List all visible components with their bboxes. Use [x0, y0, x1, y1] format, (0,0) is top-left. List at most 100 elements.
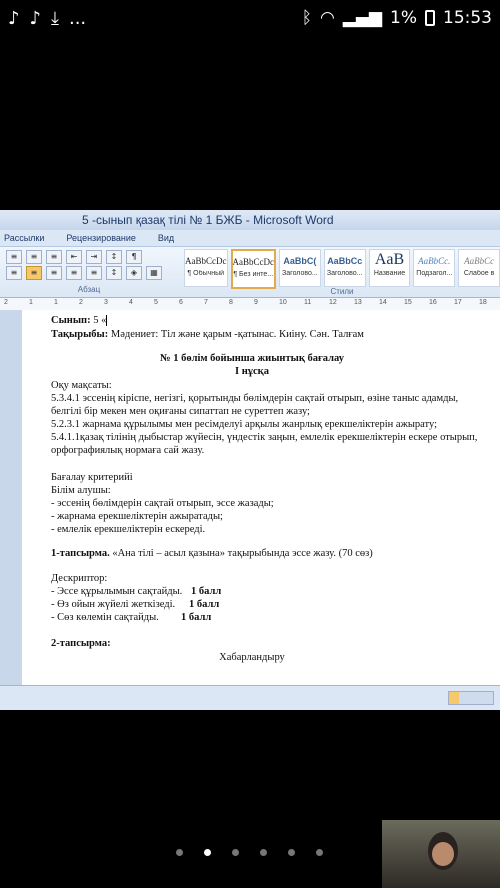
increase-indent-icon[interactable]: ⇥ [86, 250, 102, 264]
descriptor-item: - Өз ойын жүйелі жеткізеді. 1 балл [51, 599, 219, 610]
style-name: Слабое в [463, 270, 495, 277]
descriptor-title: Дескриптор: [51, 573, 108, 584]
ruler-tick-label: 11 [304, 299, 312, 306]
goals-title: Оқу мақсаты: [51, 380, 112, 391]
style-sample: AaBbCcDc [232, 257, 275, 267]
download-icon: ⤓ [51, 8, 59, 29]
ruler-tick-label: 13 [354, 299, 362, 306]
style-name: Заголово... [326, 270, 363, 277]
ruler-tick-label: 10 [279, 299, 287, 306]
paragraph-group: ≡ ≡ ≡ ⇤ ⇥ ↕ ¶ ≡ ≡ ≡ ≡ ≡ ↕ ◈ ▦ Абзац [0, 249, 178, 295]
ruler-tick-label: 2 [79, 299, 83, 306]
ruler-tick-label: 18 [479, 299, 487, 306]
class-value: 5 « [90, 315, 107, 326]
style-sample: AaBbCcDc [185, 256, 227, 266]
task1-label: 1-тапсырма. [51, 548, 110, 559]
tiktok-icon: ♪ [29, 8, 42, 29]
carousel-dot[interactable] [260, 849, 267, 856]
style-name: Название [373, 270, 406, 277]
ruler-tick-label: 5 [154, 299, 158, 306]
descriptor-text: - Эссе құрылымын сақтайды. [51, 586, 183, 597]
document-page[interactable]: Сынып: 5 « Тақырыбы: Мәдениет: Тіл және … [22, 310, 500, 686]
criteria-title: Бағалау критерийі [51, 472, 133, 483]
ruler-tick-label: 4 [129, 299, 133, 306]
webcam-thumbnail[interactable] [382, 820, 500, 888]
align-left-active-icon[interactable]: ≡ [26, 266, 42, 280]
carousel-indicator [176, 849, 323, 856]
word-window: 5 -сынып қазақ тілі № 1 БЖБ - Microsoft … [0, 210, 500, 710]
sort-icon[interactable]: ↕ [106, 250, 122, 264]
goal-line: 5.3.4.1 эссенің кіріспе, негізгі, қорыты… [51, 393, 459, 404]
styles-group-label: Стили [330, 287, 354, 296]
borders-icon[interactable]: ▦ [146, 266, 162, 280]
style-heading1[interactable]: AaBbC(Заголово... [279, 249, 321, 287]
tab-mailings[interactable]: Рассылки [4, 230, 44, 246]
style-subtitle[interactable]: AaBbCc. Подзагол... [413, 249, 456, 287]
ruler-tick-label: 12 [329, 299, 337, 306]
goal-line: белгілі бір мекен мен оқиғаны сипаттап н… [51, 406, 310, 417]
style-heading2[interactable]: AaBbCc Заголово... [323, 249, 366, 287]
ruler-tick-label: 3 [104, 299, 108, 306]
justify-icon[interactable]: ≡ [86, 266, 102, 280]
tiktok-icon: ♪ [8, 8, 20, 29]
style-no-spacing[interactable]: AaBbCcDc ¶ Без инте... [230, 249, 276, 289]
style-name: Подзагол... [416, 270, 453, 277]
class-line: Сынып: 5 « [51, 315, 108, 327]
learner-label: Білім алушы: [51, 485, 111, 496]
ribbon: ≡ ≡ ≡ ⇤ ⇥ ↕ ¶ ≡ ≡ ≡ ≡ ≡ ↕ ◈ ▦ Абзац AaBb… [0, 247, 500, 298]
style-title[interactable]: AaB Название [368, 249, 411, 287]
decrease-indent-icon[interactable]: ⇤ [66, 250, 82, 264]
person-face [432, 842, 454, 866]
line-spacing-icon[interactable]: ↕ [106, 266, 122, 280]
ruler-tick-label: 15 [404, 299, 412, 306]
descriptor-text: - Өз ойын жүйелі жеткізеді. [51, 599, 176, 610]
styles-gallery: AaBbCcDc ¶ Обычный AaBbCcDc ¶ Без инте... … [184, 249, 500, 289]
carousel-dot[interactable] [232, 849, 239, 856]
align-right-icon[interactable]: ≡ [66, 266, 82, 280]
ruler-tick-label: 2 [4, 299, 8, 306]
numbering-icon[interactable]: ≡ [26, 250, 42, 264]
topic-label: Тақырыбы: [51, 329, 109, 340]
pilcrow-icon[interactable]: ¶ [126, 250, 142, 264]
ribbon-tabs: Рассылки Рецензирование Вид [0, 230, 500, 247]
style-name: ¶ Обычный [187, 270, 225, 277]
battery-percent: 1% [390, 8, 417, 28]
ruler-tick-label: 14 [379, 299, 387, 306]
style-name: ¶ Без инте... [233, 271, 274, 278]
ruler-tick-label: 6 [179, 299, 183, 306]
task2-label: 2-тапсырма: [51, 638, 111, 649]
paragraph-group-label: Абзац [77, 285, 101, 294]
goal-line: орфографиялық нормаға сай жазу. [51, 445, 205, 456]
style-subtle-emphasis[interactable]: AaBbCc Слабое в [458, 249, 500, 287]
goal-line: 5.4.1.1қазақ тілінің дыбыстар жүйесін, ү… [51, 432, 478, 443]
word-status-bar [0, 685, 500, 710]
align-center-icon[interactable]: ≡ [46, 266, 62, 280]
battery-icon [425, 10, 435, 26]
task1-text: «Ана тілі – асыл қазына» тақырыбында эсс… [109, 548, 373, 559]
ruler-tick-label: 1 [29, 299, 33, 306]
ruler-tick-label: 17 [454, 299, 462, 306]
multilevel-icon[interactable]: ≡ [46, 250, 62, 264]
carousel-dot[interactable] [176, 849, 183, 856]
criteria-item: - жарнама ерекшеліктерін ажыратады; [51, 511, 223, 522]
style-name: Заголово... [282, 270, 318, 277]
style-sample: AaBbCc [464, 256, 495, 266]
window-title: 5 -сынып қазақ тілі № 1 БЖБ - Microsoft … [0, 210, 500, 230]
wifi-icon: ◠ [319, 8, 335, 28]
descriptor-score: 1 балл [181, 612, 212, 623]
descriptor-score: 1 балл [191, 586, 222, 597]
carousel-dot[interactable] [288, 849, 295, 856]
view-buttons-icon[interactable] [448, 691, 494, 705]
heading-assessment: № 1 бөлім бойынша жиынтық бағалау [160, 353, 344, 364]
style-normal[interactable]: AaBbCcDc ¶ Обычный [184, 249, 228, 287]
tab-view[interactable]: Вид [158, 230, 174, 246]
bullets-icon[interactable]: ≡ [6, 250, 22, 264]
carousel-dot[interactable] [316, 849, 323, 856]
announcement-heading: Хабарландыру [219, 652, 285, 663]
shading-icon[interactable]: ◈ [126, 266, 142, 280]
topic-value: Мәдениет: Тіл және қарым -қатынас. Киіну… [108, 329, 364, 340]
goal-line: 5.2.3.1 жарнама құрылымы мен ресімделуі … [51, 419, 437, 430]
carousel-dot-active[interactable] [204, 849, 211, 856]
tab-review[interactable]: Рецензирование [66, 230, 136, 246]
align-left-icon[interactable]: ≡ [6, 266, 22, 280]
